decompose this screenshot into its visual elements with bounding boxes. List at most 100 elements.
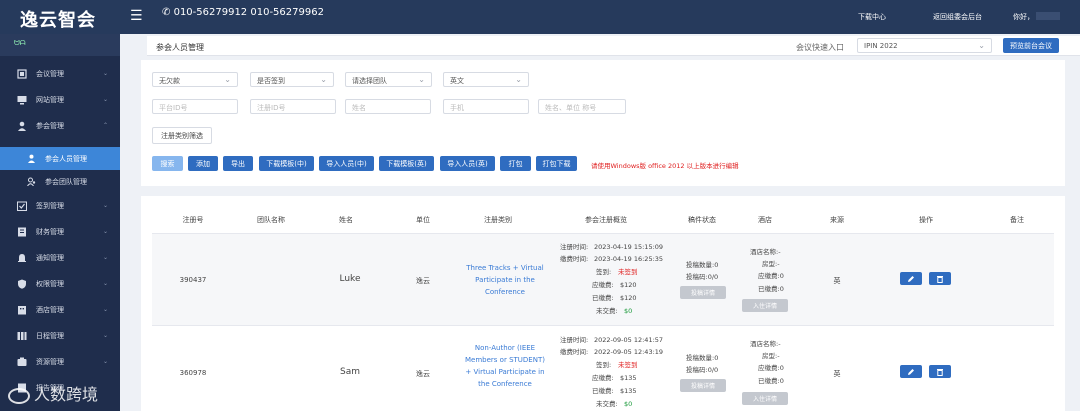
chevron-down-icon: ⌄ bbox=[102, 280, 108, 287]
delete-button[interactable] bbox=[929, 272, 951, 285]
chevron-down-icon: ⌄ bbox=[102, 358, 108, 365]
download-template-cn-button[interactable]: 下载模板(中) bbox=[259, 156, 314, 171]
search-button[interactable]: 搜索 bbox=[152, 156, 183, 171]
username-masked bbox=[1036, 12, 1060, 20]
sidebar-item-finance[interactable]: 财务管理 ⌄ bbox=[0, 219, 120, 245]
finance-icon bbox=[17, 227, 27, 237]
user-greeting[interactable]: 你好， bbox=[1013, 12, 1034, 22]
room-type: 房型:- bbox=[762, 352, 780, 360]
paper-detail-button[interactable]: 投稿详情 bbox=[680, 286, 726, 299]
row-category-link[interactable]: Non-Author (IEEE Members or STUDENT) + V… bbox=[465, 342, 545, 390]
paper-detail-button[interactable]: 投稿详情 bbox=[680, 379, 726, 392]
edit-button[interactable] bbox=[900, 272, 922, 285]
select-value: 是否签到 bbox=[257, 77, 285, 85]
hotel-due: 应缴费:0 bbox=[758, 272, 784, 280]
sidebar-item-website[interactable]: 网站管理 ⌄ bbox=[0, 87, 120, 113]
reg-time-value: 2023-04-19 15:15:09 bbox=[594, 243, 664, 251]
reg-time-value: 2022-09-05 12:41:57 bbox=[594, 336, 664, 344]
checkin-detail-button[interactable]: 入住详情 bbox=[742, 299, 788, 312]
pack-download-button[interactable]: 打包下载 bbox=[536, 156, 577, 171]
phone-numbers: 010-56279912 010-56279962 bbox=[173, 7, 324, 18]
chevron-up-icon: ⌃ bbox=[102, 122, 108, 129]
sidebar-item-label: 通知管理 bbox=[36, 254, 64, 262]
import-people-en-button[interactable]: 导入人员(英) bbox=[440, 156, 495, 171]
row-source: 英 bbox=[833, 277, 841, 285]
export-button[interactable]: 导出 bbox=[223, 156, 253, 171]
paid-label: 已缴费: bbox=[592, 387, 614, 395]
sidebar-subitem-attendee-people[interactable]: 参会人员管理 bbox=[0, 147, 120, 170]
col-header-remarks: 备注 bbox=[1010, 216, 1024, 224]
checkin-status: 未签到 bbox=[618, 268, 638, 276]
sidebar-item-label: 资源管理 bbox=[36, 358, 64, 366]
sidebar-item-permission[interactable]: 权限管理 ⌄ bbox=[0, 271, 120, 297]
preview-frontend-button[interactable]: 预览前台会议 bbox=[1003, 38, 1059, 53]
sidebar-item-checkin[interactable]: 签到管理 ⌄ bbox=[0, 193, 120, 219]
trash-icon bbox=[937, 275, 943, 283]
sidebar-item-schedule[interactable]: 日程管理 ⌄ bbox=[0, 323, 120, 349]
sidebar-item-label: 网站管理 bbox=[36, 96, 64, 104]
sidebar-item-hotel[interactable]: 酒店管理 ⌄ bbox=[0, 297, 120, 323]
unpaid-label: 未交费: bbox=[596, 307, 618, 315]
app-logo: 逸云智会 bbox=[20, 10, 96, 31]
col-header-overview: 参会注册概览 bbox=[585, 216, 627, 224]
sidebar-item-label: 参会管理 bbox=[36, 122, 64, 130]
hotel-due: 应缴费:0 bbox=[758, 364, 784, 372]
platform-id-input[interactable]: 平台ID号 bbox=[152, 99, 238, 114]
sidebar-subitem-attendee-team[interactable]: 参会团队管理 bbox=[0, 170, 120, 193]
sidebar-item-label: 权限管理 bbox=[36, 280, 64, 288]
chevron-down-icon: ⌄ bbox=[102, 202, 108, 209]
meeting-quick-select[interactable]: IPIN 2022 ⌄ bbox=[857, 38, 992, 53]
chevron-down-icon: ⌄ bbox=[418, 75, 425, 84]
delete-button[interactable] bbox=[929, 365, 951, 378]
sidebar-item-attendee[interactable]: 参会管理 ⌃ bbox=[0, 113, 120, 139]
hamburger-icon[interactable]: ☰ bbox=[130, 9, 143, 23]
sidebar-item-meeting[interactable]: 会议管理 ⌄ bbox=[0, 61, 120, 87]
user-icon bbox=[27, 154, 36, 163]
back-admin-link[interactable]: 返回组委会后台 bbox=[933, 12, 982, 22]
sidebar-item-resource[interactable]: 资源管理 ⌄ bbox=[0, 349, 120, 375]
monitor-icon bbox=[17, 95, 27, 105]
keyword-input[interactable]: 姓名、单位 称号 bbox=[538, 99, 626, 114]
col-header-hotel: 酒店 bbox=[758, 216, 772, 224]
paid-value: $120 bbox=[620, 294, 637, 302]
checkin-filter-select[interactable]: 是否签到 ⌄ bbox=[250, 72, 334, 87]
download-template-en-button[interactable]: 下载模板(英) bbox=[379, 156, 434, 171]
pack-button[interactable]: 打包 bbox=[500, 156, 531, 171]
edit-icon bbox=[908, 275, 914, 282]
registration-id-input[interactable]: 注册ID号 bbox=[250, 99, 336, 114]
import-people-cn-button[interactable]: 导入人员(中) bbox=[319, 156, 374, 171]
phone-input[interactable]: 手机 bbox=[443, 99, 529, 114]
paper-count: 投稿数量:0 bbox=[686, 261, 719, 269]
row-category-link[interactable]: Three Tracks + Virtual Participate in th… bbox=[465, 262, 545, 298]
pay-time-label: 缴费时间: bbox=[560, 255, 589, 263]
chevron-down-icon: ⌄ bbox=[102, 228, 108, 235]
row-source: 英 bbox=[833, 370, 841, 378]
chevron-down-icon: ⌄ bbox=[978, 41, 985, 50]
sidebar: ᗢᗩ 会议管理 ⌄ 网站管理 ⌄ 参会管理 ⌃ 参会人员管理 参会团队管理 签到管理 ⌄… bbox=[0, 34, 120, 411]
sidebar-item-notify[interactable]: 通知管理 ⌄ bbox=[0, 245, 120, 271]
download-center-link[interactable]: 下载中心 bbox=[858, 12, 886, 22]
paid-label: 已缴费: bbox=[592, 294, 614, 302]
team-filter-select[interactable]: 请选择团队 ⌄ bbox=[345, 72, 432, 87]
meeting-icon bbox=[17, 69, 27, 79]
edit-button[interactable] bbox=[900, 365, 922, 378]
col-header-category: 注册类别 bbox=[484, 216, 512, 224]
debt-filter-select[interactable]: 无欠款 ⌄ bbox=[152, 72, 238, 87]
language-filter-select[interactable]: 英文 ⌄ bbox=[443, 72, 529, 87]
chevron-down-icon: ⌄ bbox=[320, 75, 327, 84]
add-button[interactable]: 添加 bbox=[188, 156, 218, 171]
sidebar-item-label: 财务管理 bbox=[36, 228, 64, 236]
chevron-down-icon: ⌄ bbox=[102, 70, 108, 77]
unpaid-value: $0 bbox=[624, 307, 633, 315]
sidebar-top: ᗢᗩ bbox=[0, 34, 120, 56]
registration-category-filter-button[interactable]: 注册类别筛选 bbox=[152, 127, 212, 144]
chevron-down-icon: ⌄ bbox=[102, 332, 108, 339]
select-value: 英文 bbox=[450, 77, 464, 85]
schedule-icon bbox=[17, 331, 27, 341]
meeting-quick-value: IPIN 2022 bbox=[864, 42, 898, 50]
resource-icon bbox=[17, 357, 27, 367]
name-input[interactable]: 姓名 bbox=[345, 99, 431, 114]
checkin-detail-button[interactable]: 入住详情 bbox=[742, 392, 788, 405]
hotel-name: 酒店名称:- bbox=[750, 340, 781, 348]
chevron-down-icon: ⌄ bbox=[102, 306, 108, 313]
